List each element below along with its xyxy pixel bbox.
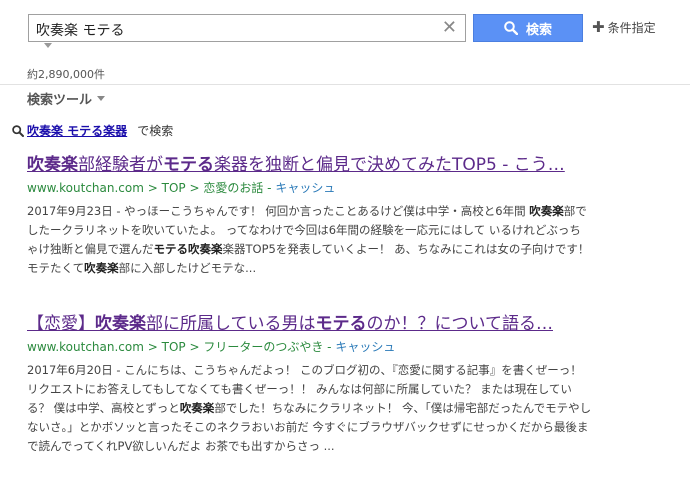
result-title-link[interactable]: 吹奏楽部経験者がモテる楽器を独断と偏見で決めてみたTOP5 - こう…: [27, 153, 592, 177]
highlighted-term: 吹奏楽: [27, 155, 78, 175]
highlighted-term: 吹奏楽: [95, 314, 146, 334]
highlighted-term: 吹奏楽: [529, 204, 564, 218]
search-icon: [12, 124, 24, 137]
highlighted-term: 吹奏楽: [84, 261, 119, 275]
search-tools-toggle[interactable]: 検索ツール: [27, 89, 106, 108]
search-tools-label: 検索ツール: [27, 93, 93, 108]
search-button[interactable]: 検索: [473, 14, 583, 42]
breadcrumb-link[interactable]: TOP: [162, 181, 186, 195]
clear-icon[interactable]: ✕: [442, 19, 457, 37]
highlighted-term: モテる: [163, 155, 214, 175]
search-input[interactable]: 吹奏楽 モテる ✕: [28, 14, 466, 42]
text-segment: のか！？について語る…: [366, 314, 554, 334]
text-segment: 部に入部したけどモテな...: [118, 261, 257, 275]
search-result: 吹奏楽部経験者がモテる楽器を独断と偏見で決めてみたTOP5 - こう… www.…: [27, 153, 627, 278]
result-snippet: 2017年9月23日 - やっほーこうちゃんです！ 何回か言ったことあるけど僕は…: [27, 202, 592, 278]
text-segment: 楽器を独断と偏見で決めてみたTOP5 - こう…: [214, 155, 565, 175]
highlighted-term: モテる吹奏楽: [153, 242, 223, 256]
highlighted-term: 吹奏楽: [179, 401, 215, 415]
breadcrumb-link[interactable]: フリーターのつぶやき: [203, 340, 323, 354]
cache-link[interactable]: キャッシュ: [335, 340, 395, 354]
suggestions-dropdown-icon[interactable]: [44, 43, 52, 48]
text-segment: 2017年9月23日 - やっほーこうちゃんです！ 何回か言ったことあるけど僕は…: [27, 204, 530, 218]
result-url: www.koutchan.com > TOP > フリーターのつぶやき - キャ…: [27, 340, 396, 354]
header-divider: [0, 84, 690, 85]
suggestion-tail: で検索: [137, 124, 174, 138]
text-segment: 【恋愛】: [27, 314, 95, 334]
search-button-label: 検索: [525, 22, 552, 38]
result-domain: www.koutchan.com: [27, 181, 144, 195]
breadcrumb-link[interactable]: 恋愛のお話: [203, 181, 263, 195]
result-title-link[interactable]: 【恋愛】吹奏楽部に所属している男はモテるのか！？について語る…: [27, 312, 592, 336]
chevron-down-icon: [97, 96, 106, 101]
highlighted-term: モテる: [315, 314, 367, 334]
text-segment: 部経験者が: [78, 155, 163, 175]
result-snippet: 2017年6月20日 - こんにちは、こうちゃんだよっ！ このブログ初の、『恋愛…: [27, 361, 592, 456]
cache-link[interactable]: キャッシュ: [275, 181, 335, 195]
search-result: 【恋愛】吹奏楽部に所属している男はモテるのか！？について語る… www.kout…: [27, 312, 627, 456]
suggestion-link[interactable]: 吹奏楽 モテる楽器: [27, 122, 127, 139]
search-query-text[interactable]: 吹奏楽 モテる: [36, 20, 124, 40]
advanced-search-label: 条件指定: [607, 20, 656, 35]
result-domain: www.koutchan.com: [27, 340, 144, 354]
related-search-suggestion: 吹奏楽 モテる楽器 で検索: [12, 122, 173, 139]
advanced-search-link[interactable]: ✚ 条件指定: [592, 18, 656, 36]
plus-icon: ✚: [592, 18, 605, 36]
breadcrumb-link[interactable]: TOP: [162, 340, 186, 354]
search-icon: [504, 21, 518, 35]
result-count: 約2,890,000件: [27, 68, 105, 81]
text-segment: 部に所属している男は: [146, 314, 316, 334]
result-url: www.koutchan.com > TOP > 恋愛のお話 - キャッシュ: [27, 181, 336, 195]
